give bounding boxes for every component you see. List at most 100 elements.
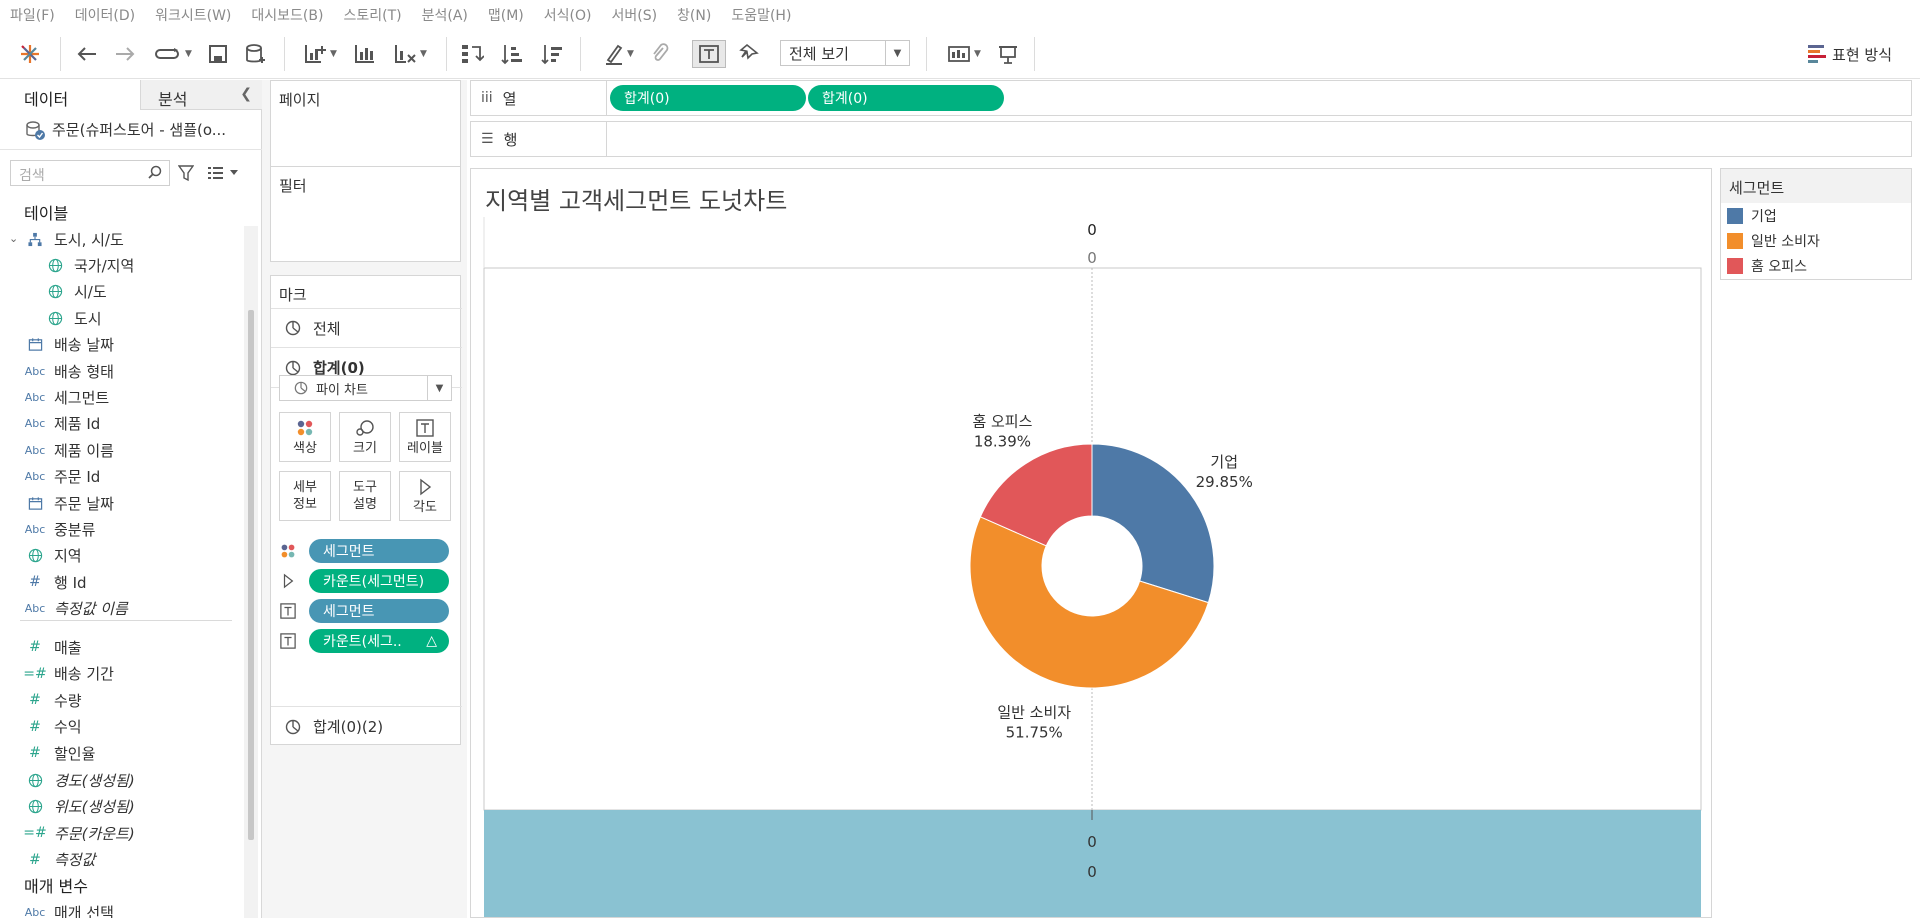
- column-pill[interactable]: 합계(0): [808, 85, 1004, 111]
- field-item[interactable]: 주문 날짜: [24, 490, 114, 516]
- field-item[interactable]: Abc 제품 이름: [24, 437, 114, 463]
- new-datasource-icon[interactable]: [244, 40, 268, 68]
- detail-button[interactable]: 세부 정보: [279, 471, 331, 521]
- field-item[interactable]: # 수량: [24, 687, 81, 713]
- angle-button[interactable]: 각도: [399, 471, 451, 521]
- rows-shelf-label: 행: [503, 130, 518, 149]
- mark-pill-label: 세그먼트: [323, 544, 375, 560]
- field-item[interactable]: 시/도: [44, 279, 107, 305]
- field-item[interactable]: 도시: [44, 305, 102, 331]
- menu-item[interactable]: 창(N): [677, 5, 711, 25]
- redo-icon[interactable]: [112, 40, 138, 68]
- search-input[interactable]: 검색: [10, 160, 170, 186]
- view-mode-select[interactable]: 전체 보기 ▼: [780, 40, 910, 66]
- mark-pill[interactable]: 세그먼트: [309, 539, 449, 563]
- marks-all-row[interactable]: 전체: [271, 308, 462, 348]
- menu-item[interactable]: 도움말(H): [731, 5, 791, 25]
- legend-item[interactable]: 기업: [1721, 203, 1911, 228]
- menu-item[interactable]: 서버(S): [611, 5, 657, 25]
- string-type-icon: Abc: [24, 470, 46, 484]
- menu-item[interactable]: 스토리(T): [343, 5, 401, 25]
- chevron-down-icon[interactable]: ▼: [885, 41, 909, 65]
- field-item[interactable]: Abc 매개 선택: [24, 899, 114, 918]
- tab-data[interactable]: 데이터: [0, 80, 140, 110]
- menu-item[interactable]: 파일(F): [10, 5, 55, 25]
- field-item[interactable]: 국가/지역: [44, 252, 134, 278]
- undo-icon[interactable]: [74, 40, 100, 68]
- rows-shelf[interactable]: ☰ 행: [470, 121, 1912, 157]
- field-item[interactable]: Abc 배송 형태: [24, 358, 114, 384]
- donut-chart[interactable]: 0 0 0 0 기업 29.85% 일반 소비자 51.75% 홈 오피스 18.39%: [471, 217, 1711, 917]
- view-list-icon[interactable]: [208, 166, 240, 184]
- field-item[interactable]: 배송 날짜: [24, 332, 114, 358]
- sort-ascending-icon[interactable]: [498, 40, 526, 68]
- legend-item[interactable]: 일반 소비자: [1721, 228, 1911, 253]
- tab-analysis[interactable]: 분석 ❮: [140, 80, 262, 110]
- tableau-logo-icon[interactable]: [18, 40, 42, 68]
- new-worksheet-icon[interactable]: ▼: [298, 40, 342, 68]
- marks-sum2-row[interactable]: 합계(0)(2): [271, 706, 462, 746]
- pin-icon[interactable]: [736, 40, 762, 68]
- menu-item[interactable]: 맵(M): [488, 5, 524, 25]
- present-mode-icon[interactable]: [994, 40, 1022, 68]
- mark-pill[interactable]: 카운트(세그먼트): [309, 569, 449, 593]
- field-item[interactable]: 지역: [24, 543, 82, 569]
- field-item[interactable]: Abc 중분류: [24, 516, 96, 542]
- field-item[interactable]: # 행 Id: [24, 569, 86, 595]
- tooltip-button[interactable]: 도구 설명: [339, 471, 391, 521]
- field-item[interactable]: 경도(생성됨): [24, 767, 135, 793]
- highlight-icon[interactable]: ▼: [600, 40, 638, 68]
- collapse-pane-icon[interactable]: ❮: [240, 86, 252, 102]
- menu-item[interactable]: 워크시트(W): [155, 5, 231, 25]
- field-item[interactable]: Abc 주문 Id: [24, 464, 101, 490]
- menu-item[interactable]: 데이터(D): [75, 5, 135, 25]
- string-type-icon: Abc: [24, 443, 46, 457]
- field-item[interactable]: # 측정값: [24, 847, 95, 873]
- pie-icon: [285, 360, 301, 375]
- chevron-down-icon[interactable]: ▼: [427, 376, 451, 400]
- sort-descending-icon[interactable]: [538, 40, 566, 68]
- field-item[interactable]: =# 배송 기간: [23, 661, 114, 687]
- chevron-down-icon[interactable]: ⌄: [9, 232, 18, 245]
- legend-item[interactable]: 홈 오피스: [1721, 253, 1911, 278]
- field-item[interactable]: Abc 측정값 이름: [24, 596, 128, 622]
- size-button[interactable]: 크기: [339, 412, 391, 462]
- field-item[interactable]: Abc 세그먼트: [24, 384, 109, 410]
- swap-flow-icon[interactable]: ▼: [150, 40, 196, 68]
- duplicate-sheet-icon[interactable]: [352, 40, 378, 68]
- label-button[interactable]: 레이블: [399, 412, 451, 462]
- color-button[interactable]: 색상: [279, 412, 331, 462]
- mark-type-value: 파이 차트: [316, 382, 368, 398]
- mark-pill[interactable]: 세그먼트: [309, 599, 449, 623]
- field-item[interactable]: 도시, 시/도: [24, 226, 124, 252]
- save-icon[interactable]: [206, 40, 230, 68]
- viz-title: 지역별 고객세그먼트 도넛차트: [485, 187, 788, 215]
- mark-type-select[interactable]: 파이 차트 ▼: [279, 375, 452, 401]
- pie-icon: [294, 381, 308, 395]
- datasource-item[interactable]: 주문(슈퍼스토어 - 샘플(o...: [0, 110, 262, 150]
- menu-item[interactable]: 대시보드(B): [251, 5, 323, 25]
- field-item[interactable]: # 수익: [24, 714, 81, 740]
- field-item[interactable]: =# 주문(카운트): [23, 820, 134, 846]
- field-item[interactable]: 위도(생성됨): [24, 794, 135, 820]
- field-item[interactable]: # 할인율: [24, 740, 95, 766]
- field-item[interactable]: # 매출: [24, 634, 81, 660]
- field-item[interactable]: Abc 제품 Id: [24, 411, 101, 437]
- show-mark-labels-icon[interactable]: [692, 40, 726, 68]
- filters-shelf[interactable]: 필터: [270, 166, 461, 262]
- attach-icon[interactable]: [648, 40, 672, 68]
- label-icon: [279, 602, 297, 620]
- field-label: 배송 날짜: [54, 336, 114, 355]
- clear-sheet-icon[interactable]: ▼: [388, 40, 432, 68]
- columns-shelf[interactable]: iii 열 합계(0) 합계(0): [470, 80, 1912, 116]
- presentation-icon[interactable]: ▼: [942, 40, 986, 68]
- menu-item[interactable]: 분석(A): [422, 5, 468, 25]
- column-pill[interactable]: 합계(0): [610, 85, 806, 111]
- fields-scrollbar[interactable]: [248, 310, 254, 840]
- swap-rows-columns-icon[interactable]: [458, 40, 486, 68]
- show-me-button[interactable]: 표현 방식: [1808, 42, 1892, 66]
- filter-icon[interactable]: [178, 164, 194, 182]
- segment-legend: 세그먼트 기업 일반 소비자 홈 오피스: [1720, 168, 1912, 280]
- menu-item[interactable]: 서식(O): [544, 5, 592, 25]
- mark-pill[interactable]: 카운트(세그.. △: [309, 629, 449, 653]
